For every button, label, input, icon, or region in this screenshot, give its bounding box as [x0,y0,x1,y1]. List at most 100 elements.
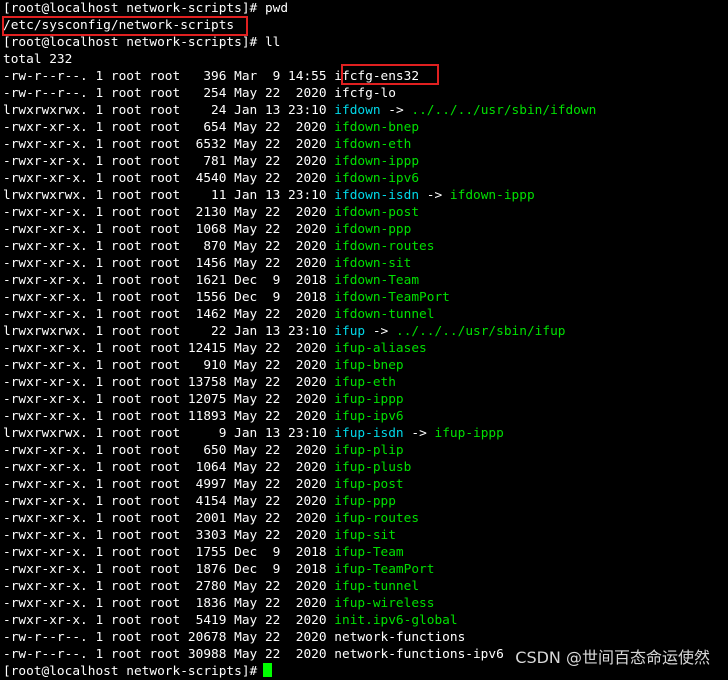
text-cursor[interactable] [263,663,273,677]
total-blocks: total 232 [3,52,73,67]
file-name: ifup-wireless [334,596,435,611]
file-name: ifdown-ipv6 [334,171,420,186]
listing-row: -rwxr-xr-x. 1 root root 5419 May 22 2020… [3,612,727,629]
listing-row: -rwxr-xr-x. 1 root root 2001 May 22 2020… [3,510,727,527]
file-name: ifup-plusb [334,460,412,475]
file-metadata: -rwxr-xr-x. 1 root root 1068 May 22 2020 [3,222,335,237]
file-name: init.ipv6-global [334,613,458,628]
file-metadata: -rwxr-xr-x. 1 root root 2130 May 22 2020 [3,205,335,220]
file-metadata: -rwxr-xr-x. 1 root root 1462 May 22 2020 [3,307,335,322]
listing-row: -rwxr-xr-x. 1 root root 4997 May 22 2020… [3,476,727,493]
file-name: ifdown-isdn [334,188,420,203]
listing-row: -rwxr-xr-x. 1 root root 13758 May 22 202… [3,374,727,391]
listing-row: -rwxr-xr-x. 1 root root 2780 May 22 2020… [3,578,727,595]
listing-row: -rwxr-xr-x. 1 root root 4154 May 22 2020… [3,493,727,510]
listing-row: -rwxr-xr-x. 1 root root 11893 May 22 202… [3,408,727,425]
file-name: ifup-tunnel [334,579,420,594]
prompt-line-pwd: [root@localhost network-scripts]# pwd [3,0,727,17]
listing-row: -rwxr-xr-x. 1 root root 3303 May 22 2020… [3,527,727,544]
file-metadata: -rw-r--r--. 1 root root 396 Mar 9 14:55 [3,69,335,84]
csdn-watermark: CSDN @世间百态命运使然 [515,648,710,667]
listing-row: -rwxr-xr-x. 1 root root 1456 May 22 2020… [3,255,727,272]
directory-listing: -rw-r--r--. 1 root root 396 Mar 9 14:55 … [3,68,727,663]
file-name: ifup-bnep [334,358,404,373]
symlink-arrow: -> [411,426,427,441]
file-metadata: -rwxr-xr-x. 1 root root 5419 May 22 2020 [3,613,335,628]
file-metadata: -rwxr-xr-x. 1 root root 12075 May 22 202… [3,392,335,407]
terminal-window[interactable]: [root@localhost network-scripts]# pwd /e… [2,0,727,679]
file-name: ifup-aliases [334,341,427,356]
listing-row: -rwxr-xr-x. 1 root root 1068 May 22 2020… [3,221,727,238]
file-metadata: -rwxr-xr-x. 1 root root 13758 May 22 202… [3,375,335,390]
file-metadata: lrwxrwxrwx. 1 root root 11 Jan 13 23:10 [3,188,335,203]
file-metadata: -rwxr-xr-x. 1 root root 870 May 22 2020 [3,239,335,254]
file-name: network-functions [334,630,466,645]
file-metadata: -rwxr-xr-x. 1 root root 4540 May 22 2020 [3,171,335,186]
file-name: network-functions-ipv6 [334,647,504,662]
listing-row: -rwxr-xr-x. 1 root root 1064 May 22 2020… [3,459,727,476]
symlink-target: ifdown-ippp [449,188,535,203]
file-metadata: -rwxr-xr-x. 1 root root 1621 Dec 9 2018 [3,273,335,288]
listing-row: lrwxrwxrwx. 1 root root 24 Jan 13 23:10 … [3,102,727,119]
file-name: ifdown-bnep [334,120,420,135]
file-name: ifdown-eth [334,137,412,152]
command-ll: ll [264,35,281,50]
prompt-line-ll: [root@localhost network-scripts]# ll [3,34,727,51]
listing-row: -rwxr-xr-x. 1 root root 6532 May 22 2020… [3,136,727,153]
file-name: ifup-plip [334,443,404,458]
listing-row: -rwxr-xr-x. 1 root root 870 May 22 2020 … [3,238,727,255]
listing-row: -rw-r--r--. 1 root root 254 May 22 2020 … [3,85,727,102]
file-metadata: -rwxr-xr-x. 1 root root 3303 May 22 2020 [3,528,335,543]
symlink-arrow: -> [426,188,443,203]
symlink-arrow: -> [372,324,389,339]
shell-prompt: [root@localhost network-scripts]# [3,35,258,50]
file-name: ifdown-ippp [334,154,420,169]
file-name: ifdown-Team [334,273,420,288]
listing-row: -rwxr-xr-x. 1 root root 1462 May 22 2020… [3,306,727,323]
file-name: ifup-ppp [334,494,396,509]
file-metadata: -rwxr-xr-x. 1 root root 1556 Dec 9 2018 [3,290,335,305]
pwd-output: /etc/sysconfig/network-scripts [3,18,235,33]
file-name: ifup-post [334,477,404,492]
file-name: ifdown-routes [334,239,435,254]
file-name: ifcfg-ens32 [334,69,420,84]
pwd-output-line: /etc/sysconfig/network-scripts [3,17,727,34]
total-line: total 232 [3,51,727,68]
file-metadata: -rwxr-xr-x. 1 root root 11893 May 22 202… [3,409,335,424]
listing-row: lrwxrwxrwx. 1 root root 9 Jan 13 23:10 i… [3,425,727,442]
file-metadata: -rwxr-xr-x. 1 root root 1755 Dec 9 2018 [3,545,335,560]
listing-row: -rwxr-xr-x. 1 root root 654 May 22 2020 … [3,119,727,136]
file-metadata: -rw-r--r--. 1 root root 20678 May 22 202… [3,630,335,645]
file-name: ifdown-post [334,205,420,220]
file-name: ifup [334,324,366,339]
file-metadata: -rwxr-xr-x. 1 root root 654 May 22 2020 [3,120,335,135]
shell-prompt: [root@localhost network-scripts]# [3,664,258,679]
file-metadata: -rw-r--r--. 1 root root 30988 May 22 202… [3,647,335,662]
file-metadata: lrwxrwxrwx. 1 root root 24 Jan 13 23:10 [3,103,335,118]
file-name: ifdown-sit [334,256,412,271]
file-name: ifcfg-lo [334,86,396,101]
listing-row: -rwxr-xr-x. 1 root root 650 May 22 2020 … [3,442,727,459]
listing-row: -rwxr-xr-x. 1 root root 1836 May 22 2020… [3,595,727,612]
file-metadata: -rwxr-xr-x. 1 root root 12415 May 22 202… [3,341,335,356]
file-name: ifdown-ppp [334,222,412,237]
file-metadata: -rwxr-xr-x. 1 root root 910 May 22 2020 [3,358,335,373]
file-metadata: -rwxr-xr-x. 1 root root 650 May 22 2020 [3,443,335,458]
file-metadata: lrwxrwxrwx. 1 root root 9 Jan 13 23:10 [3,426,335,441]
file-metadata: -rwxr-xr-x. 1 root root 2780 May 22 2020 [3,579,335,594]
file-name: ifdown-tunnel [334,307,435,322]
listing-row: lrwxrwxrwx. 1 root root 11 Jan 13 23:10 … [3,187,727,204]
file-name: ifup-TeamPort [334,562,435,577]
file-name: ifdown-TeamPort [334,290,450,305]
file-name: ifdown [334,103,381,118]
file-name: ifup-ipv6 [334,409,404,424]
listing-row: -rwxr-xr-x. 1 root root 1876 Dec 9 2018 … [3,561,727,578]
command-pwd: pwd [264,1,289,16]
file-metadata: -rwxr-xr-x. 1 root root 781 May 22 2020 [3,154,335,169]
symlink-target: ifup-ippp [434,426,504,441]
file-metadata: -rwxr-xr-x. 1 root root 2001 May 22 2020 [3,511,335,526]
symlink-target: ../../../usr/sbin/ifdown [411,103,597,118]
file-name: ifup-routes [334,511,420,526]
listing-row: -rwxr-xr-x. 1 root root 12415 May 22 202… [3,340,727,357]
listing-row: -rw-r--r--. 1 root root 396 Mar 9 14:55 … [3,68,727,85]
